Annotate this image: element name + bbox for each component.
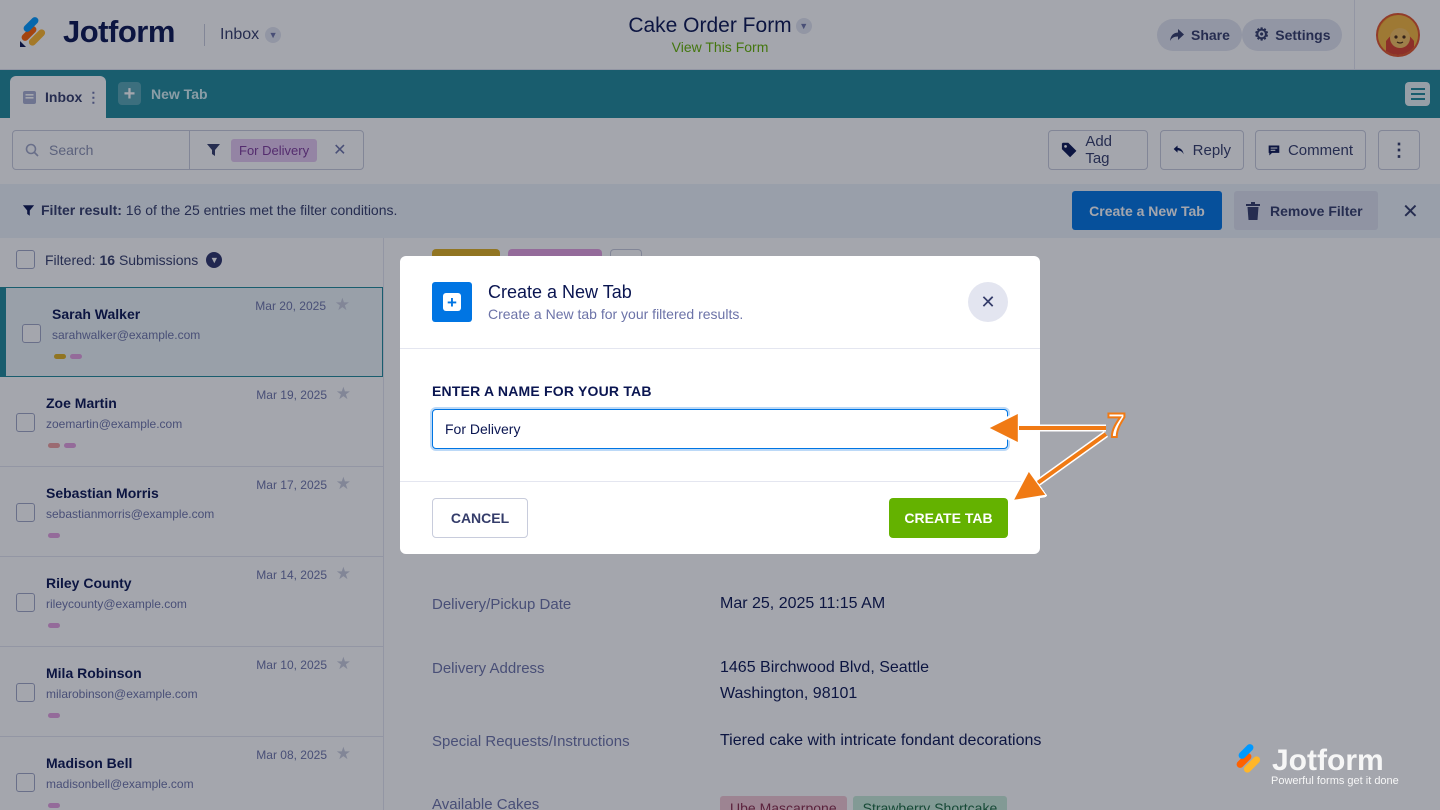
watermark-tagline: Powerful forms get it done bbox=[1271, 775, 1399, 787]
arrow-to-create-button bbox=[1025, 432, 1108, 492]
step-number: 7 bbox=[1106, 406, 1127, 446]
jotform-watermark-icon bbox=[1236, 744, 1261, 773]
annotation-arrows bbox=[0, 0, 1109, 810]
watermark-brand: Jotform bbox=[1272, 744, 1384, 777]
